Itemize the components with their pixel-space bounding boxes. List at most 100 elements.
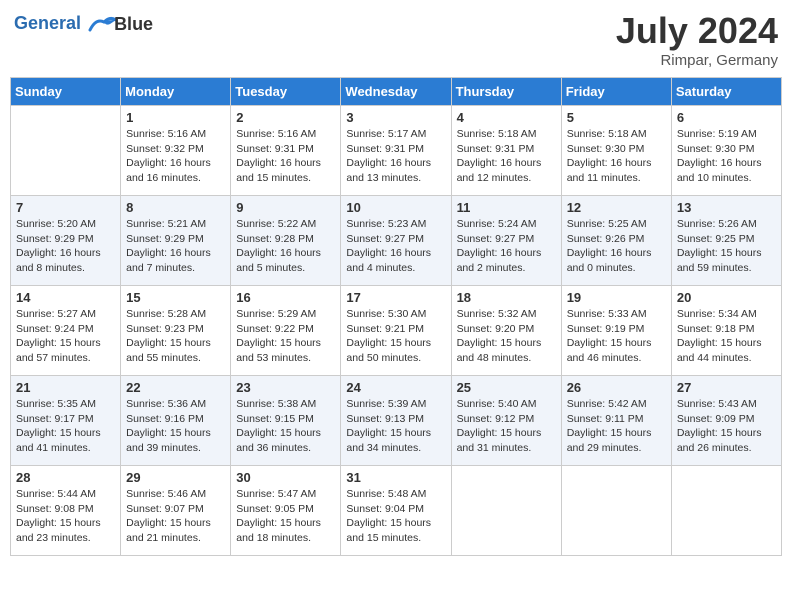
location: Rimpar, Germany <box>616 52 778 69</box>
calendar-cell: 10Sunrise: 5:23 AMSunset: 9:27 PMDayligh… <box>341 196 451 286</box>
title-block: July 2024 Rimpar, Germany <box>616 10 778 69</box>
day-info: Sunrise: 5:24 AMSunset: 9:27 PMDaylight:… <box>457 217 556 276</box>
logo: General Blue <box>14 10 153 38</box>
week-row-1: 1Sunrise: 5:16 AMSunset: 9:32 PMDaylight… <box>11 106 782 196</box>
day-info: Sunrise: 5:18 AMSunset: 9:31 PMDaylight:… <box>457 127 556 186</box>
calendar-cell: 19Sunrise: 5:33 AMSunset: 9:19 PMDayligh… <box>561 286 671 376</box>
calendar-cell: 14Sunrise: 5:27 AMSunset: 9:24 PMDayligh… <box>11 286 121 376</box>
day-number: 13 <box>677 200 776 215</box>
day-number: 22 <box>126 380 225 395</box>
day-info: Sunrise: 5:27 AMSunset: 9:24 PMDaylight:… <box>16 307 115 366</box>
day-number: 7 <box>16 200 115 215</box>
day-number: 5 <box>567 110 666 125</box>
calendar-cell: 22 Sunrise: 5:36 AMSunset: 9:16 PMDayligh… <box>121 376 231 466</box>
calendar-cell: 26 Sunrise: 5:42 AMSunset: 9:11 PMDayligh… <box>561 376 671 466</box>
calendar-cell: 12Sunrise: 5:25 AMSunset: 9:26 PMDayligh… <box>561 196 671 286</box>
day-info: Sunrise: 5:16 AMSunset: 9:31 PMDaylight:… <box>236 127 335 186</box>
calendar-cell <box>671 466 781 556</box>
calendar-cell <box>11 106 121 196</box>
calendar-cell <box>451 466 561 556</box>
day-header-thursday: Thursday <box>451 78 561 106</box>
day-header-wednesday: Wednesday <box>341 78 451 106</box>
day-number: 4 <box>457 110 556 125</box>
day-number: 24 <box>346 380 445 395</box>
day-info: Sunrise: 5:28 AMSunset: 9:23 PMDaylight:… <box>126 307 225 366</box>
day-info: Sunrise: 5:35 AMSunset: 9:17 PMDaylight:… <box>16 397 115 456</box>
calendar-cell: 1Sunrise: 5:16 AMSunset: 9:32 PMDaylight… <box>121 106 231 196</box>
calendar-cell: 2Sunrise: 5:16 AMSunset: 9:31 PMDaylight… <box>231 106 341 196</box>
day-info: Sunrise: 5:48 AMSunset: 9:04 PMDaylight:… <box>346 487 445 546</box>
calendar-cell: 8 Sunrise: 5:21 AMSunset: 9:29 PMDaylight… <box>121 196 231 286</box>
day-number: 15 <box>126 290 225 305</box>
day-number: 11 <box>457 200 556 215</box>
logo-bird-icon <box>88 10 116 38</box>
calendar-cell: 5 Sunrise: 5:18 AMSunset: 9:30 PMDaylight… <box>561 106 671 196</box>
calendar-cell: 9 Sunrise: 5:22 AMSunset: 9:28 PMDaylight… <box>231 196 341 286</box>
month-title: July 2024 <box>616 10 778 52</box>
day-info: Sunrise: 5:33 AMSunset: 9:19 PMDaylight:… <box>567 307 666 366</box>
day-info: Sunrise: 5:19 AMSunset: 9:30 PMDaylight:… <box>677 127 776 186</box>
day-header-monday: Monday <box>121 78 231 106</box>
calendar-cell: 6 Sunrise: 5:19 AMSunset: 9:30 PMDaylight… <box>671 106 781 196</box>
day-header-friday: Friday <box>561 78 671 106</box>
day-info: Sunrise: 5:30 AMSunset: 9:21 PMDaylight:… <box>346 307 445 366</box>
day-info: Sunrise: 5:46 AMSunset: 9:07 PMDaylight:… <box>126 487 225 546</box>
calendar-cell: 25Sunrise: 5:40 AMSunset: 9:12 PMDayligh… <box>451 376 561 466</box>
week-row-5: 28Sunrise: 5:44 AMSunset: 9:08 PMDayligh… <box>11 466 782 556</box>
day-number: 8 <box>126 200 225 215</box>
calendar-table: SundayMondayTuesdayWednesdayThursdayFrid… <box>10 77 782 556</box>
day-info: Sunrise: 5:34 AMSunset: 9:18 PMDaylight:… <box>677 307 776 366</box>
day-number: 6 <box>677 110 776 125</box>
day-number: 3 <box>346 110 445 125</box>
day-info: Sunrise: 5:42 AMSunset: 9:11 PMDaylight:… <box>567 397 666 456</box>
calendar-cell: 16 Sunrise: 5:29 AMSunset: 9:22 PMDayligh… <box>231 286 341 376</box>
logo-blue: Blue <box>114 14 153 34</box>
day-info: Sunrise: 5:17 AMSunset: 9:31 PMDaylight:… <box>346 127 445 186</box>
page-header: General Blue July 2024 Rimpar, Germany <box>10 10 782 69</box>
week-row-2: 7Sunrise: 5:20 AMSunset: 9:29 PMDaylight… <box>11 196 782 286</box>
day-info: Sunrise: 5:32 AMSunset: 9:20 PMDaylight:… <box>457 307 556 366</box>
day-info: Sunrise: 5:44 AMSunset: 9:08 PMDaylight:… <box>16 487 115 546</box>
day-header-tuesday: Tuesday <box>231 78 341 106</box>
day-header-saturday: Saturday <box>671 78 781 106</box>
calendar-cell: 13 Sunrise: 5:26 AMSunset: 9:25 PMDayligh… <box>671 196 781 286</box>
day-info: Sunrise: 5:43 AMSunset: 9:09 PMDaylight:… <box>677 397 776 456</box>
day-info: Sunrise: 5:38 AMSunset: 9:15 PMDaylight:… <box>236 397 335 456</box>
calendar-cell: 20 Sunrise: 5:34 AMSunset: 9:18 PMDayligh… <box>671 286 781 376</box>
day-number: 10 <box>346 200 445 215</box>
calendar-cell: 4 Sunrise: 5:18 AMSunset: 9:31 PMDaylight… <box>451 106 561 196</box>
day-number: 21 <box>16 380 115 395</box>
day-number: 26 <box>567 380 666 395</box>
calendar-cell: 11 Sunrise: 5:24 AMSunset: 9:27 PMDayligh… <box>451 196 561 286</box>
day-header-sunday: Sunday <box>11 78 121 106</box>
calendar-cell: 3 Sunrise: 5:17 AMSunset: 9:31 PMDaylight… <box>341 106 451 196</box>
week-row-3: 14Sunrise: 5:27 AMSunset: 9:24 PMDayligh… <box>11 286 782 376</box>
day-number: 20 <box>677 290 776 305</box>
day-info: Sunrise: 5:26 AMSunset: 9:25 PMDaylight:… <box>677 217 776 276</box>
day-number: 25 <box>457 380 556 395</box>
calendar-cell: 18Sunrise: 5:32 AMSunset: 9:20 PMDayligh… <box>451 286 561 376</box>
calendar-cell: 30Sunrise: 5:47 AMSunset: 9:05 PMDayligh… <box>231 466 341 556</box>
logo-general: General <box>14 13 81 33</box>
day-info: Sunrise: 5:39 AMSunset: 9:13 PMDaylight:… <box>346 397 445 456</box>
calendar-cell: 15 Sunrise: 5:28 AMSunset: 9:23 PMDayligh… <box>121 286 231 376</box>
day-number: 9 <box>236 200 335 215</box>
day-info: Sunrise: 5:18 AMSunset: 9:30 PMDaylight:… <box>567 127 666 186</box>
day-number: 23 <box>236 380 335 395</box>
day-info: Sunrise: 5:36 AMSunset: 9:16 PMDaylight:… <box>126 397 225 456</box>
day-info: Sunrise: 5:22 AMSunset: 9:28 PMDaylight:… <box>236 217 335 276</box>
day-number: 16 <box>236 290 335 305</box>
calendar-cell: 31Sunrise: 5:48 AMSunset: 9:04 PMDayligh… <box>341 466 451 556</box>
day-info: Sunrise: 5:21 AMSunset: 9:29 PMDaylight:… <box>126 217 225 276</box>
calendar-cell: 24 Sunrise: 5:39 AMSunset: 9:13 PMDayligh… <box>341 376 451 466</box>
day-number: 12 <box>567 200 666 215</box>
week-row-4: 21 Sunrise: 5:35 AMSunset: 9:17 PMDayligh… <box>11 376 782 466</box>
day-number: 27 <box>677 380 776 395</box>
day-number: 17 <box>346 290 445 305</box>
day-info: Sunrise: 5:29 AMSunset: 9:22 PMDaylight:… <box>236 307 335 366</box>
day-info: Sunrise: 5:16 AMSunset: 9:32 PMDaylight:… <box>126 127 225 186</box>
calendar-header-row: SundayMondayTuesdayWednesdayThursdayFrid… <box>11 78 782 106</box>
calendar-cell: 23 Sunrise: 5:38 AMSunset: 9:15 PMDayligh… <box>231 376 341 466</box>
day-info: Sunrise: 5:47 AMSunset: 9:05 PMDaylight:… <box>236 487 335 546</box>
calendar-cell: 17 Sunrise: 5:30 AMSunset: 9:21 PMDayligh… <box>341 286 451 376</box>
